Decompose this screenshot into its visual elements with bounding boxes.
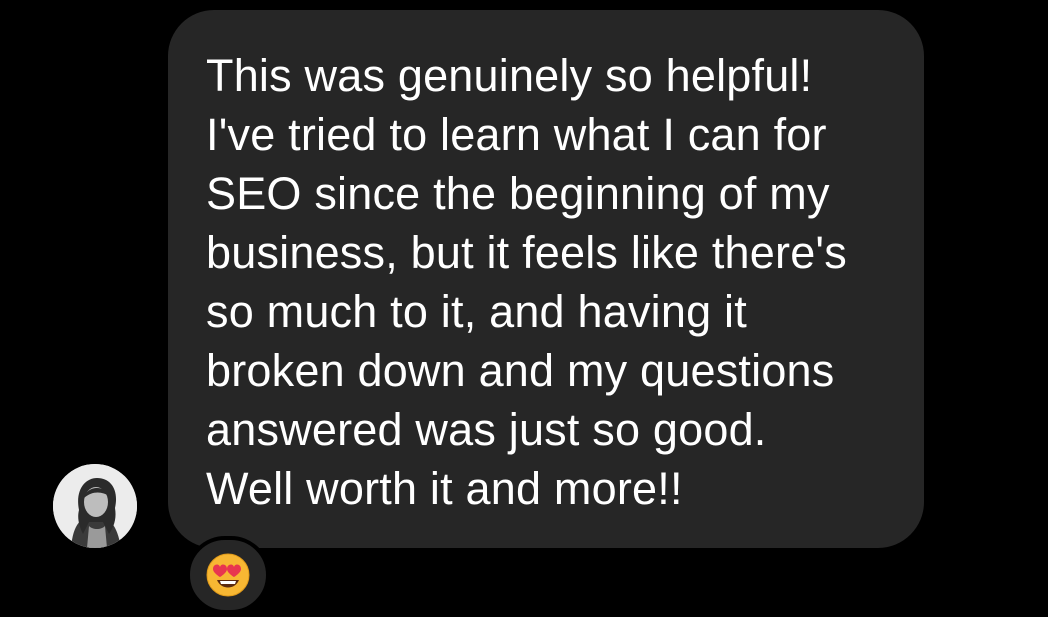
message-line: This was genuinely so helpful! (206, 50, 813, 101)
message-line: broken down and my questions (206, 345, 835, 396)
message-text: This was genuinely so helpful! I've trie… (206, 46, 904, 518)
profile-photo-icon (53, 464, 137, 548)
message-bubble[interactable]: This was genuinely so helpful! I've trie… (168, 10, 924, 548)
message-line: answered was just so good. (206, 404, 767, 455)
message-line: SEO since the beginning of my (206, 168, 830, 219)
message-line: so much to it, and having it (206, 286, 747, 337)
heart-eyes-emoji-icon (206, 553, 250, 597)
sender-avatar[interactable] (53, 464, 137, 548)
message-line: business, but it feels like there's (206, 227, 847, 278)
chat-thread: This was genuinely so helpful! I've trie… (0, 0, 1048, 617)
message-line: I've tried to learn what I can for (206, 109, 827, 160)
message-line: Well worth it and more!! (206, 463, 683, 514)
reaction-pill[interactable] (186, 536, 270, 614)
